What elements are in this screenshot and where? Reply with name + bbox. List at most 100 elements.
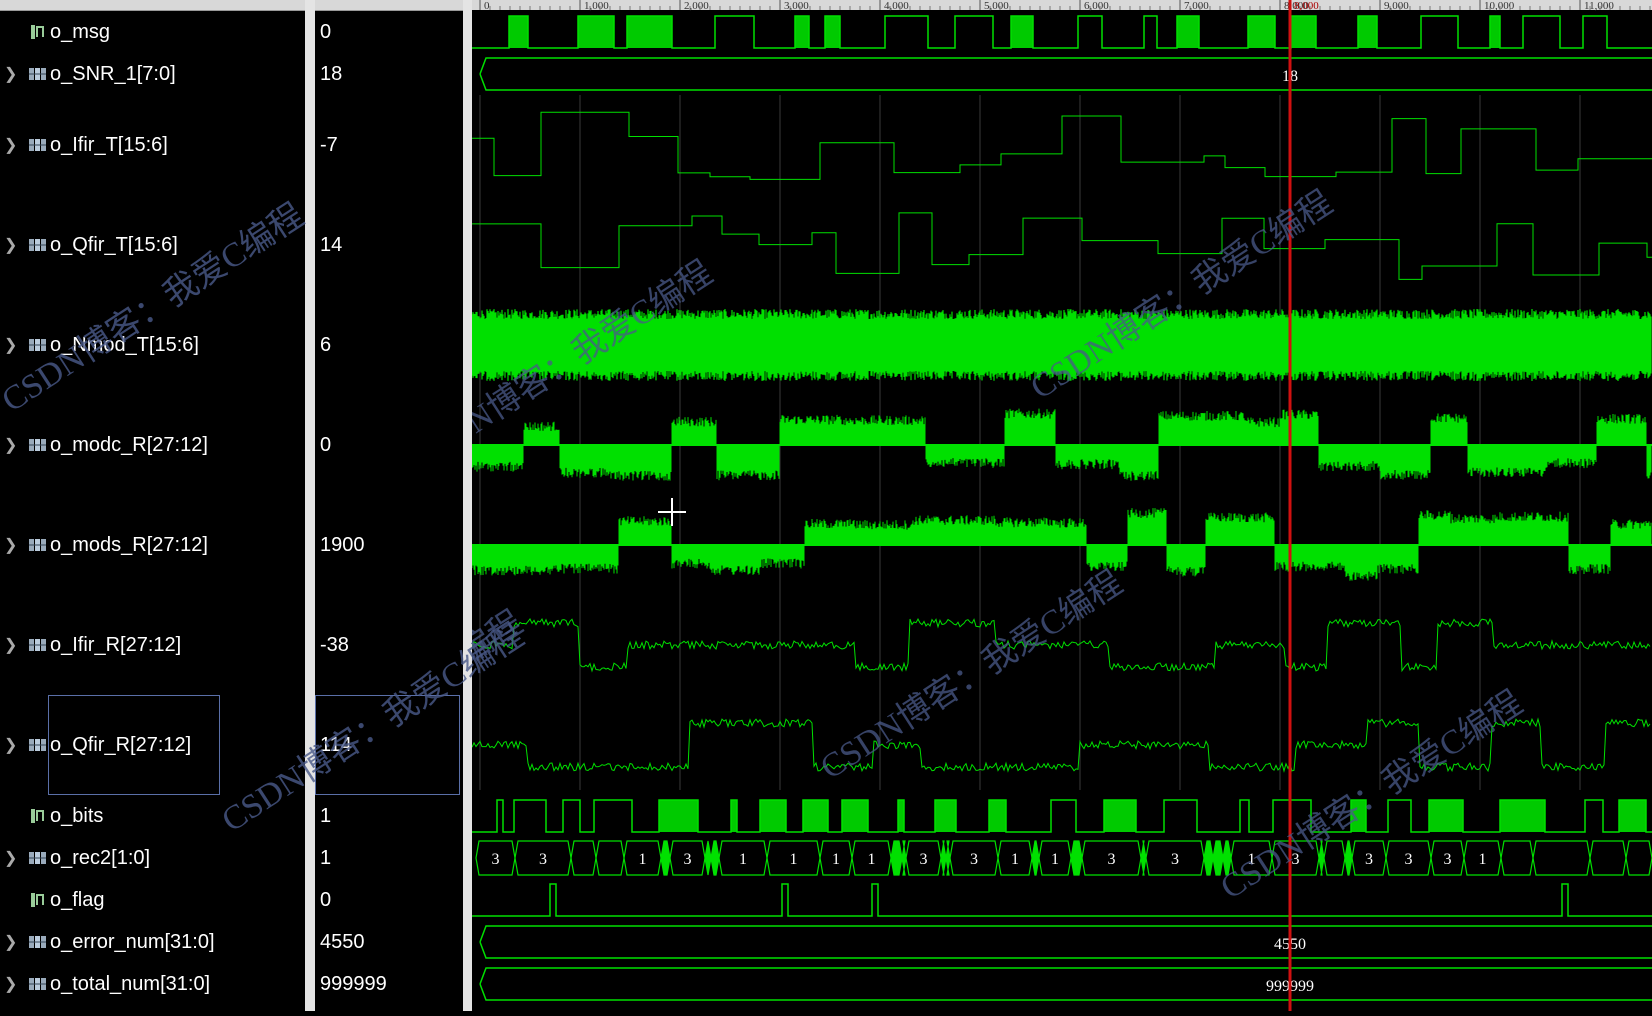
value-row[interactable]: 0 [315, 886, 463, 914]
expand-chevron-icon[interactable]: ❯ [4, 635, 17, 655]
signal-row[interactable]: ❯ o_rec2[1:0] [0, 844, 305, 872]
signal-name: o_msg [50, 20, 111, 43]
value-row[interactable]: 999999 [315, 970, 463, 998]
expand-chevron-icon[interactable]: ❯ [4, 235, 17, 255]
watermark-text: CSDN博客：我爱C编程 [1214, 683, 1529, 906]
rec2-value-label: 1 [832, 851, 840, 868]
time-ruler [472, 0, 1652, 10]
msg-waveform-fill [578, 16, 614, 48]
rec2-value-label: 3 [970, 851, 978, 868]
rec2-segment [940, 840, 947, 876]
expand-chevron-icon[interactable]: ❯ [4, 135, 17, 155]
bus-signal-icon [28, 137, 48, 153]
rec2-segment [1031, 840, 1040, 876]
value-row[interactable]: 14 [315, 231, 463, 259]
signal-row[interactable]: ❯ o_Ifir_R[27:12] [0, 631, 305, 659]
ruler-label: 5,000 [984, 0, 1009, 12]
ifir-t-waveform [472, 111, 1652, 180]
rec2-value-label: 1 [1479, 851, 1487, 868]
signal-name: o_mods_R[27:12] [50, 533, 208, 556]
signal-name: o_error_num[31:0] [50, 930, 215, 953]
total-num-bus [479, 967, 1652, 1001]
rec2-value-label: 1 [639, 851, 647, 868]
signal-row[interactable]: ❯ o_SNR_1[7:0] [0, 60, 305, 88]
value-row[interactable]: 4550 [315, 928, 463, 956]
waveform-canvas[interactable]: 0 1,000 2,000 3,000 4,000 5,000 6,000 7,000 8,00… [0, 0, 1652, 1011]
cursor-time-label: 8,000 [1294, 0, 1319, 12]
expand-chevron-icon[interactable]: ❯ [4, 974, 17, 994]
signal-name: o_bits [50, 804, 104, 827]
signal-row[interactable]: ❯ o_Nmod_T[15:6] [0, 331, 305, 359]
signal-value: 1900 [320, 533, 365, 556]
value-row[interactable]: 0 [315, 18, 463, 46]
waveform-panel[interactable]: 0 1,000 2,000 3,000 4,000 5,000 6,000 7,000 8,00… [0, 0, 1652, 1011]
signal-row[interactable]: ❯ o_error_num[31:0] [0, 928, 305, 956]
bits-waveform-fill [1104, 800, 1136, 832]
value-row[interactable]: 1 [315, 844, 463, 872]
value-row[interactable]: 1900 [315, 531, 463, 559]
msg-waveform-fill [825, 16, 840, 48]
signal-row[interactable]: o_flag [0, 886, 305, 914]
signal-value: 6 [320, 333, 332, 356]
rec2-segment [1203, 840, 1214, 876]
name-column-header [0, 0, 305, 11]
signal-value: 0 [320, 888, 332, 911]
rec2-segment [1344, 840, 1353, 876]
flag-waveform [472, 883, 1652, 917]
bus-signal-icon [28, 934, 48, 950]
value-row[interactable]: 0 [315, 431, 463, 459]
value-row[interactable]: -7 [315, 131, 463, 159]
selection-box [315, 695, 460, 795]
signal-row[interactable]: ❯ o_Qfir_T[15:6] [0, 231, 305, 259]
ruler-label: 3,000 [784, 0, 809, 12]
signal-row[interactable]: o_msg [0, 18, 305, 46]
expand-chevron-icon[interactable]: ❯ [4, 335, 17, 355]
rec2-value-label: 1 [790, 851, 798, 868]
ruler-label: 4,000 [884, 0, 909, 12]
bus-signal-icon [28, 237, 48, 253]
rec2-value-label: 1 [868, 851, 876, 868]
value-row[interactable]: 1 [315, 802, 463, 830]
qfir-t-waveform [472, 212, 1652, 280]
expand-chevron-icon[interactable]: ❯ [4, 535, 17, 555]
value-row[interactable]: 6 [315, 331, 463, 359]
expand-chevron-icon[interactable]: ❯ [4, 932, 17, 952]
signal-value: -7 [320, 133, 338, 156]
value-row[interactable]: -38 [315, 631, 463, 659]
rec2-segment [1500, 840, 1534, 876]
msg-waveform-fill [1248, 16, 1275, 48]
panel-splitter-left[interactable] [305, 0, 315, 1011]
signal-value-panel: 0 18 -7 14 6 0 1900 -38 114 1 1 0 4550 999999 [315, 0, 463, 1011]
signal-row[interactable]: ❯ o_Ifir_T[15:6] [0, 131, 305, 159]
bits-waveform-fill [1500, 800, 1545, 832]
rec2-value-label: 3 [539, 851, 547, 868]
bus-signal-icon [28, 737, 48, 753]
bus-signal-icon [28, 337, 48, 353]
expand-chevron-icon[interactable]: ❯ [4, 64, 17, 84]
signal-value: 1 [320, 846, 332, 869]
expand-chevron-icon[interactable]: ❯ [4, 735, 17, 755]
expand-chevron-icon[interactable]: ❯ [4, 435, 17, 455]
rec2-value-label: 1 [1011, 851, 1019, 868]
signal-row[interactable]: o_bits [0, 802, 305, 830]
signal-name-panel: o_msg ❯ o_SNR_1[7:0] ❯ o_Ifir_T[15:6] ❯ o_Qfir… [0, 0, 305, 1011]
value-row[interactable]: 18 [315, 60, 463, 88]
rec2-segment [710, 840, 720, 876]
ruler-label: 0 [484, 0, 490, 12]
signal-row[interactable]: ❯ o_modc_R[27:12] [0, 431, 305, 459]
expand-chevron-icon[interactable]: ❯ [4, 848, 17, 868]
signal-value: 0 [320, 20, 332, 43]
rec2-value-label: 3 [1444, 851, 1452, 868]
signal-name: o_Nmod_T[15:6] [50, 333, 199, 356]
msg-waveform-fill [1490, 16, 1500, 48]
rec2-segment [595, 840, 625, 876]
watermark-text: CSDN博客：我爱C编程 [472, 603, 529, 826]
msg-waveform-fill [1291, 16, 1316, 48]
signal-value: 18 [320, 62, 343, 85]
signal-row[interactable]: ❯ o_mods_R[27:12] [0, 531, 305, 559]
rec2-value-label: 3 [1405, 851, 1413, 868]
msg-waveform-fill [1011, 16, 1033, 48]
signal-row[interactable]: ❯ o_total_num[31:0] [0, 970, 305, 998]
rec2-segment [704, 840, 712, 876]
panel-splitter-right[interactable] [463, 0, 472, 1011]
